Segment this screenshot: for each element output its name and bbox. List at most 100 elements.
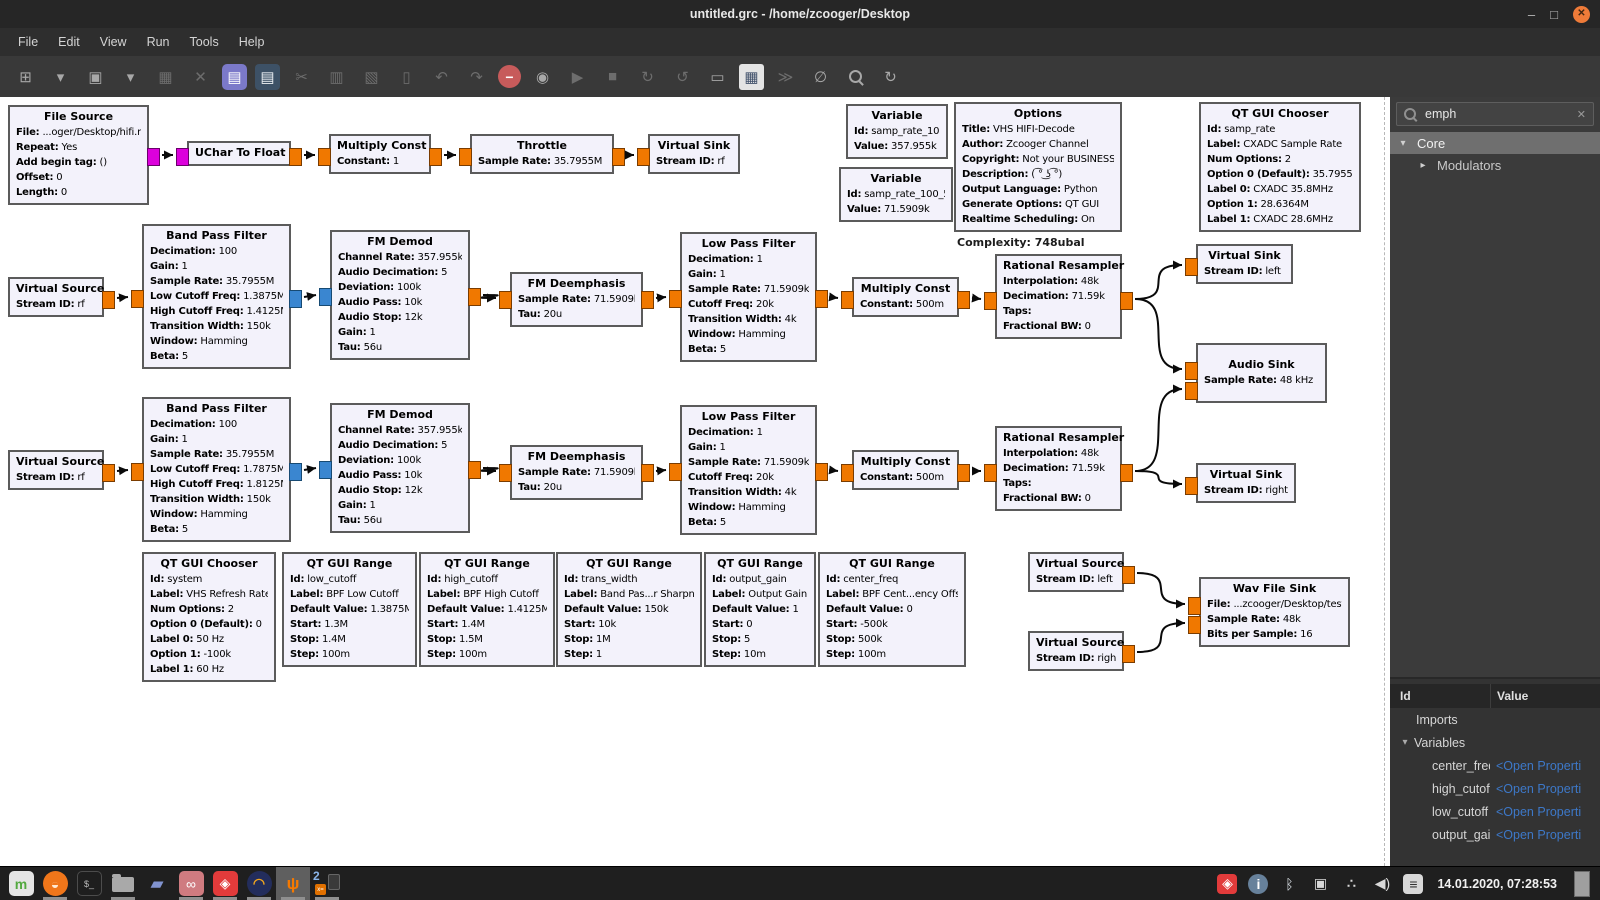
block-virtual_sink_rf[interactable]: Virtual Sink Stream ID: rf [637,134,740,174]
block-rational_resampler_0[interactable]: Rational Resampler Interpolation: 48k Deci… [984,254,1133,339]
table-row-high_cutoff[interactable]: high_cutoff <Open Properti [1390,777,1600,800]
port-out-0[interactable] [289,290,302,308]
block-uchar_to_float[interactable]: UChar To Float [176,141,302,166]
port-in-0[interactable] [841,291,854,309]
port-out-0[interactable] [612,148,625,166]
block-fm_demod_0[interactable]: FM Demod Channel Rate: 357.955k Audio Deci… [319,230,481,360]
block-variable_samp_rate_100[interactable]: Variable Id: samp_rate_100 Value: 357.955k [846,104,948,159]
flowgraph-properties-icon[interactable]: ▤ [222,63,247,90]
tray-shield-icon[interactable]: i [1248,873,1269,894]
close-tab-icon[interactable]: ✕ [187,64,214,90]
block-variable_samp_rate_100_5[interactable]: Variable Id: samp_rate_100_5 Value: 71.590… [839,167,953,222]
tray-red-diamond-icon[interactable]: ◈ [1217,873,1238,894]
block-search[interactable]: ✕ [1396,102,1594,126]
print-icon[interactable]: ▤ [255,63,280,90]
port-out-0[interactable] [289,463,302,481]
port-in-0[interactable] [319,461,332,479]
delete-icon[interactable]: ▯ [393,64,420,90]
app-blue-launcher[interactable]: ▰ [140,867,174,900]
block-band_pass_filter_0[interactable]: Band Pass Filter Decimation: 100 Gain: 1 Sa… [131,224,302,369]
port-in-0[interactable] [984,292,997,310]
block-qt_gui_range_output_gain[interactable]: QT GUI Range Id: output_gain Label: Output… [704,552,816,667]
stop-icon[interactable]: ■ [599,64,626,90]
tray-volume-icon[interactable]: ◀) [1372,874,1392,894]
rotate-block-icon[interactable]: ↻ [877,64,904,90]
port-out-0[interactable] [641,291,654,309]
port-in-0[interactable] [1185,477,1198,495]
block-qt_gui_chooser_system[interactable]: QT GUI Chooser Id: system Label: VHS Refre… [142,552,276,682]
port-in-0[interactable] [131,290,144,308]
port-out-0[interactable] [147,148,160,166]
search-input[interactable] [1423,106,1570,122]
block-virtual_source_rf_0[interactable]: Virtual Source Stream ID: rf [8,277,115,317]
port-out-0[interactable] [1122,645,1135,663]
port-out-0[interactable] [815,463,828,481]
window-group-calc-launcher[interactable]: 2 x= [310,867,344,900]
port-out-0[interactable] [957,464,970,482]
port-out-0[interactable] [815,290,828,308]
block-virtual_source_left[interactable]: Virtual Source Stream ID: left [1028,552,1135,592]
block-qt_gui_range_center_freq[interactable]: QT GUI Range Id: center_freq Label: BPF Ce… [818,552,966,667]
table-row-variables[interactable]: ▾ Variables [1390,731,1600,754]
copy-icon[interactable]: ▥ [323,64,350,90]
tray-network-icon[interactable]: ∴ [1341,874,1361,894]
table-row-center_freq[interactable]: center_freq <Open Properti [1390,754,1600,777]
sidebar-item-core[interactable]: ▾ Core [1390,132,1600,154]
minimize-button[interactable]: – [1528,8,1535,21]
toggle-window-icon[interactable]: ▭ [704,64,731,90]
screen-capture-icon[interactable]: ▦ [739,63,764,90]
block-options[interactable]: Options Title: VHS HIFI-Decode Author: Zco… [954,102,1122,232]
cut-icon[interactable]: ✂ [288,64,315,90]
port-in-0[interactable] [1188,597,1201,615]
port-in-0[interactable] [669,290,682,308]
open-properties-link[interactable]: <Open Properti [1496,828,1581,842]
tray-bluetooth-icon[interactable]: ᛒ [1279,874,1299,894]
close-button[interactable]: ✕ [1573,5,1590,23]
block-qt_gui_range_low_cutoff[interactable]: QT GUI Range Id: low_cutoff Label: BPF Low… [282,552,417,667]
tree-caret-icon[interactable]: ▾ [1400,737,1410,748]
tree-caret-icon[interactable]: ▸ [1418,160,1428,171]
open-dropdown-icon[interactable]: ▾ [117,64,144,90]
port-out-0[interactable] [1122,566,1135,584]
port-in-0[interactable] [841,464,854,482]
clear-search-icon[interactable]: ✕ [1577,108,1586,121]
port-in-0[interactable] [318,148,331,166]
block-throttle[interactable]: Throttle Sample Rate: 35.7955M [459,134,625,174]
file-manager-launcher[interactable] [106,867,140,900]
paste-icon[interactable]: ▧ [358,64,385,90]
clock[interactable]: 14.01.2020, 07:28:53 [1437,877,1557,891]
menu-view[interactable]: View [90,32,137,52]
app-navy-launcher[interactable]: ◠ [242,867,276,900]
block-file_source[interactable]: File Source File: ...oger/Desktop/hifi.r8… [8,105,160,205]
block-low_pass_filter_1[interactable]: Low Pass Filter Decimation: 1 Gain: 1 Sampl… [669,405,828,535]
firefox-launcher[interactable]: ◒ [38,867,72,900]
block-virtual_sink_left[interactable]: Virtual Sink Stream ID: left [1185,244,1293,284]
block-band_pass_filter_1[interactable]: Band Pass Filter Decimation: 100 Gain: 1 Sa… [131,397,302,542]
port-in-0[interactable] [319,288,332,306]
block-fm_deemphasis_0[interactable]: FM Deemphasis Sample Rate: 71.5909k Tau: 2… [499,272,654,327]
table-row-imports[interactable]: Imports [1390,708,1600,731]
menu-help[interactable]: Help [229,32,275,52]
port-in-0[interactable] [637,148,650,166]
port-out-0[interactable] [1120,292,1133,310]
reload-blocks-icon[interactable]: ↺ [669,64,696,90]
show-desktop-button[interactable] [1574,870,1590,897]
port-in-0[interactable] [459,148,472,166]
block-wav_file_sink[interactable]: Wav File Sink File: ...zcooger/Desktop/te… [1188,577,1350,647]
port-out-0[interactable] [957,291,970,309]
block-virtual_sink_right[interactable]: Virtual Sink Stream ID: right [1185,463,1296,503]
app-goggles-launcher[interactable]: ∞ [174,867,208,900]
app-red-diamond-launcher[interactable]: ◈ [208,867,242,900]
port-in-0[interactable] [1185,362,1198,380]
port-in-1[interactable] [1185,382,1198,400]
table-row-low_cutoff[interactable]: low_cutoff <Open Properti [1390,800,1600,823]
port-out-0[interactable] [468,288,481,306]
restart-icon[interactable]: ↻ [634,64,661,90]
port-out-0[interactable] [1120,464,1133,482]
flowgraph-canvas[interactable]: Complexity: 748ubal File Source File: ...… [0,97,1390,866]
duplicate-flowgraph-icon[interactable]: ▣ [82,64,109,90]
port-in-0[interactable] [176,148,189,166]
undo-icon[interactable]: ↶ [428,64,455,90]
block-multiply_const_1[interactable]: Multiply Const Constant: 500m [841,277,970,317]
errors-icon[interactable]: − [498,65,521,88]
